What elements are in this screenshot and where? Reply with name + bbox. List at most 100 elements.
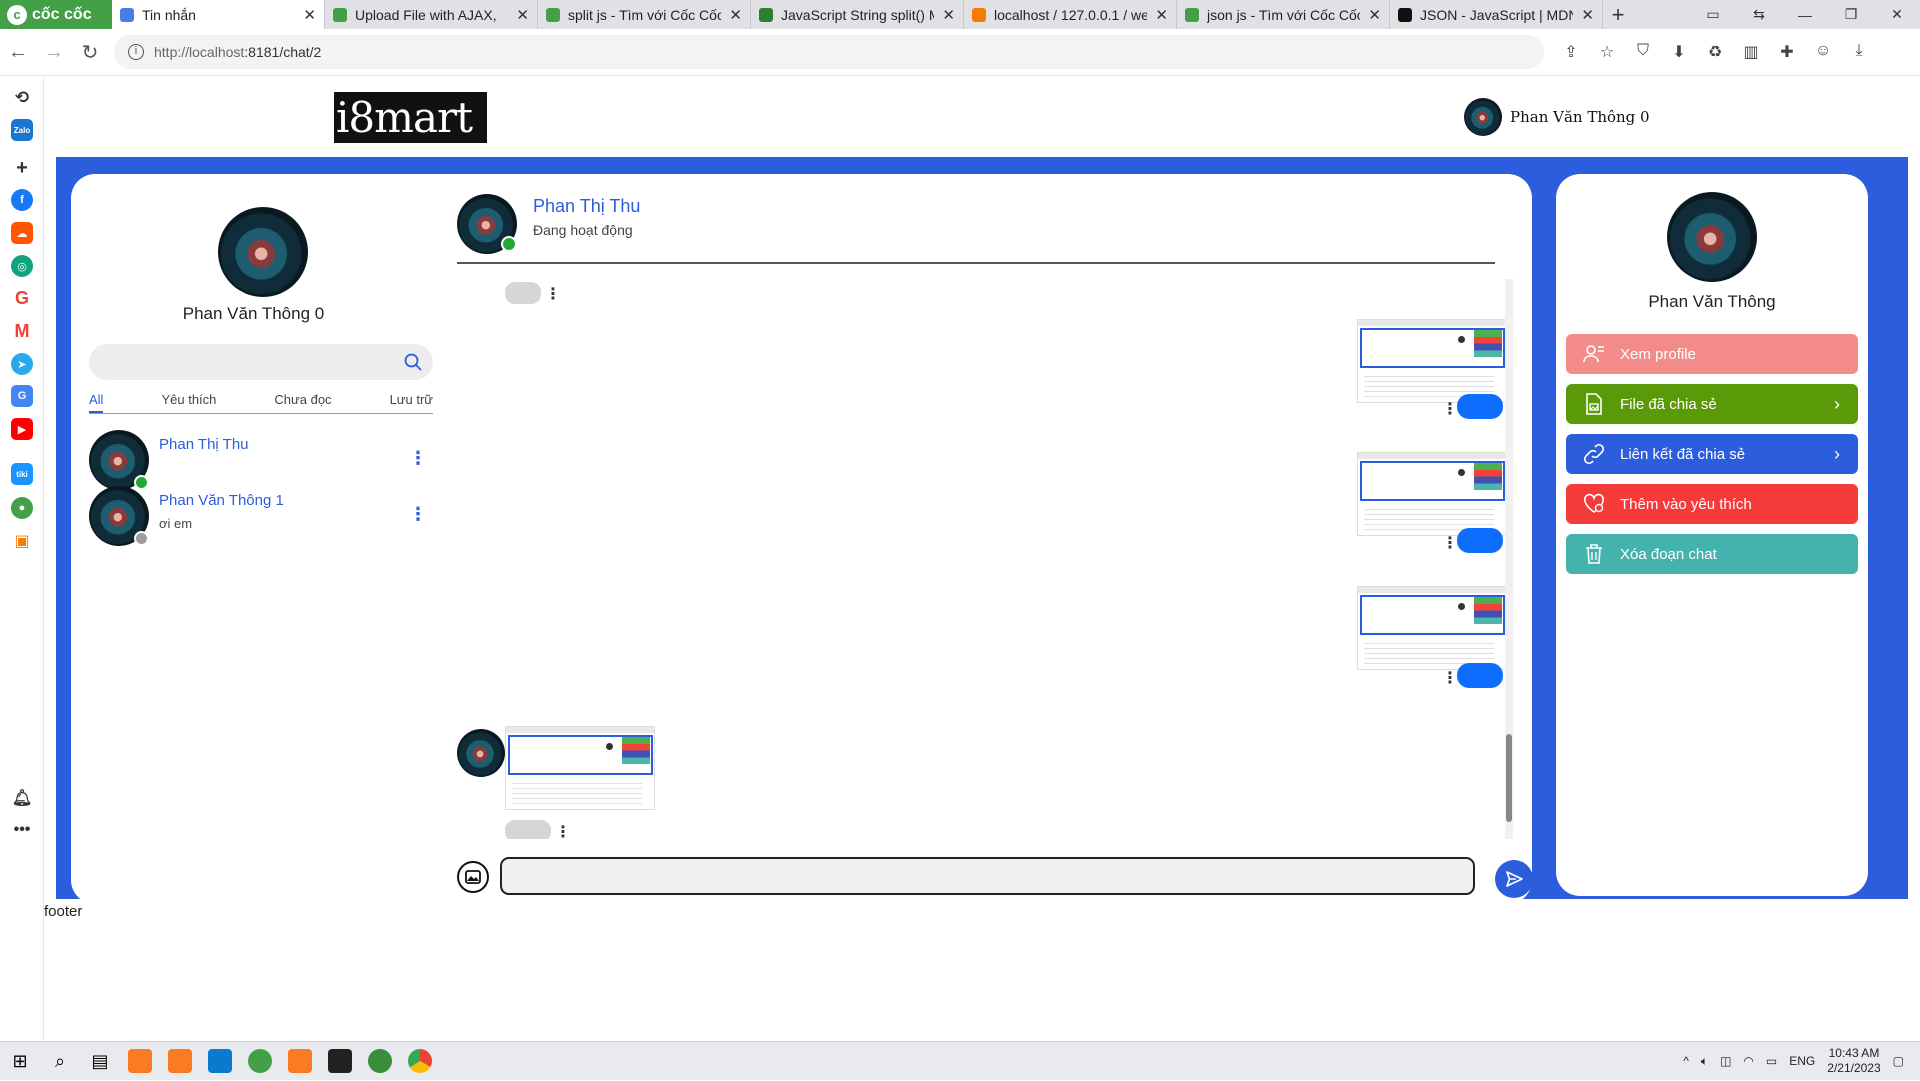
language-indicator[interactable]: ENG [1789, 1054, 1815, 1068]
browser-tab-2[interactable]: Upload File with AJAX, ✕ [325, 0, 538, 29]
download-page-icon[interactable]: ⬇ [1668, 42, 1690, 62]
close-tab-icon[interactable]: ✕ [303, 6, 316, 24]
message-scrollbar[interactable] [1505, 279, 1513, 839]
outgoing-message-bubble[interactable] [1457, 528, 1503, 553]
xampp-icon[interactable] [280, 1042, 320, 1081]
xem-profile-button[interactable]: Xem profile [1566, 334, 1858, 374]
contact-menu-icon[interactable]: ⋮ [409, 504, 427, 525]
browser-brand[interactable]: c cốc cốc [0, 0, 112, 29]
game-icon[interactable]: ● [11, 497, 33, 519]
close-tab-icon[interactable]: ✕ [1155, 6, 1168, 24]
site-logo[interactable]: i8mart [334, 92, 487, 143]
message-menu-icon[interactable]: ⋮ [1442, 402, 1458, 418]
bookmark-star-icon[interactable]: ☆ [1596, 42, 1618, 62]
volume-icon[interactable]: 🔈︎ [1701, 1054, 1708, 1069]
translate-icon[interactable]: G [11, 385, 33, 407]
browser-tab-6[interactable]: json js - Tìm với Cốc Cốc ✕ [1177, 0, 1390, 29]
message-menu-icon[interactable]: ⋮ [1442, 536, 1458, 552]
extensions-icon[interactable]: ✚ [1776, 42, 1798, 62]
message-input[interactable] [500, 857, 1475, 895]
profile-icon[interactable]: ☺ [1812, 42, 1834, 62]
browser-tab-3[interactable]: split js - Tìm với Cốc Cốc ✕ [538, 0, 751, 29]
minimize-icon[interactable]: — [1782, 7, 1828, 23]
youtube-icon[interactable]: ▶ [11, 418, 33, 440]
contact-item[interactable]: Phan Thị Thu ⋮ [89, 430, 433, 492]
browser-tab-7[interactable]: JSON - JavaScript | MDN ✕ [1390, 0, 1603, 29]
scrollbar-thumb[interactable] [1506, 734, 1512, 822]
coccoc-taskbar-icon[interactable] [240, 1042, 280, 1081]
back-history-icon[interactable]: ⇆ [1736, 6, 1782, 23]
contact-item[interactable]: Phan Văn Thông 1 ơi em ⋮ [89, 486, 433, 548]
search-input[interactable] [89, 344, 433, 380]
network-icon[interactable]: ◫ [1720, 1054, 1731, 1068]
notifications-icon[interactable]: ▢ [1893, 1054, 1904, 1068]
browser-tab-5[interactable]: localhost / 127.0.0.1 / we ✕ [964, 0, 1177, 29]
partner-name[interactable]: Phan Thị Thu [533, 196, 640, 217]
close-window-icon[interactable]: ✕ [1874, 6, 1920, 23]
google-icon[interactable]: G [11, 287, 33, 309]
them-vao-yeu-thich-button[interactable]: Thêm vào yêu thích [1566, 484, 1858, 524]
battery-icon[interactable]: ▭ [1766, 1054, 1777, 1068]
more-icon[interactable]: ••• [11, 819, 33, 841]
telegram-icon[interactable]: ➤ [11, 353, 33, 375]
tiki-icon[interactable]: tiki [11, 463, 33, 485]
history-icon[interactable]: ⟲ [11, 87, 33, 109]
outgoing-message-bubble[interactable] [1457, 663, 1503, 688]
recycle-icon[interactable]: ♻ [1704, 42, 1726, 62]
browser-tab-4[interactable]: JavaScript String split() M ✕ [751, 0, 964, 29]
back-icon[interactable]: ← [0, 41, 36, 64]
clock[interactable]: 10:43 AM 2/21/2023 [1827, 1046, 1880, 1076]
share-icon[interactable]: ⇪ [1560, 42, 1582, 62]
sent-image[interactable] [1357, 586, 1507, 670]
url-bar[interactable]: i http://localhost:8181/chat/2 [114, 35, 1544, 69]
sent-image[interactable] [1357, 452, 1507, 536]
close-tab-icon[interactable]: ✕ [1581, 6, 1594, 24]
soundcloud-icon[interactable]: ☁ [11, 222, 33, 244]
downloads-icon[interactable]: ⤓ [1848, 42, 1870, 62]
incoming-message-bubble[interactable] [505, 820, 551, 839]
vscode-icon[interactable] [200, 1042, 240, 1081]
xampp-icon[interactable] [160, 1042, 200, 1081]
message-menu-icon[interactable]: ⋮ [545, 287, 561, 303]
contact-menu-icon[interactable]: ⋮ [409, 448, 427, 469]
header-user[interactable]: Phan Văn Thông 0 [1464, 98, 1650, 136]
close-tab-icon[interactable]: ✕ [729, 6, 742, 24]
close-tab-icon[interactable]: ✕ [942, 6, 955, 24]
filter-tab-chua-doc[interactable]: Chưa đọc [274, 392, 331, 413]
reading-icon[interactable]: ▥ [1740, 42, 1762, 62]
filter-tab-luu-tru[interactable]: Lưu trữ [390, 392, 433, 413]
notification-bell-icon[interactable]: 🔔︎ [11, 787, 33, 809]
globe-app-icon[interactable] [360, 1042, 400, 1081]
wifi-icon[interactable]: ◠ [1743, 1054, 1753, 1068]
search-icon[interactable] [403, 352, 423, 372]
incoming-message-bubble[interactable] [505, 282, 541, 304]
xoa-doan-chat-button[interactable]: Xóa đoạn chat [1566, 534, 1858, 574]
message-menu-icon[interactable]: ⋮ [555, 825, 571, 840]
close-tab-icon[interactable]: ✕ [516, 6, 529, 24]
outgoing-message-bubble[interactable] [1457, 394, 1503, 419]
received-image[interactable] [505, 726, 655, 810]
forward-icon[interactable]: → [36, 41, 72, 64]
xampp-icon[interactable] [120, 1042, 160, 1081]
facebook-icon[interactable]: f [11, 189, 33, 211]
task-view-icon[interactable]: ▤ [80, 1042, 120, 1081]
chatgpt-icon[interactable]: ◎ [11, 255, 33, 277]
sent-image[interactable] [1357, 319, 1507, 403]
add-panel-icon[interactable]: + [11, 157, 33, 179]
filter-tab-yeu-thich[interactable]: Yêu thích [161, 392, 216, 413]
message-menu-icon[interactable]: ⋮ [1442, 671, 1458, 687]
new-tab-icon[interactable]: + [1603, 0, 1633, 29]
gmail-icon[interactable]: M [11, 320, 33, 342]
tab-search-icon[interactable]: ▭ [1690, 6, 1736, 23]
shield-icon[interactable]: ⛉ [1632, 42, 1654, 62]
file-da-chia-se-button[interactable]: File đã chia sẻ › [1566, 384, 1858, 424]
zalo-icon[interactable]: Zalo [11, 119, 33, 141]
chrome-icon[interactable] [400, 1042, 440, 1081]
windows-start-icon[interactable]: ⊞ [0, 1042, 40, 1081]
close-tab-icon[interactable]: ✕ [1368, 6, 1381, 24]
terminal-icon[interactable] [320, 1042, 360, 1081]
lien-ket-da-chia-se-button[interactable]: Liên kết đã chia sẻ › [1566, 434, 1858, 474]
browser-tab-1[interactable]: Tin nhắn ✕ [112, 0, 325, 29]
search-taskbar-icon[interactable]: ⌕ [40, 1042, 80, 1081]
shopee-icon[interactable]: ▣ [11, 530, 33, 552]
